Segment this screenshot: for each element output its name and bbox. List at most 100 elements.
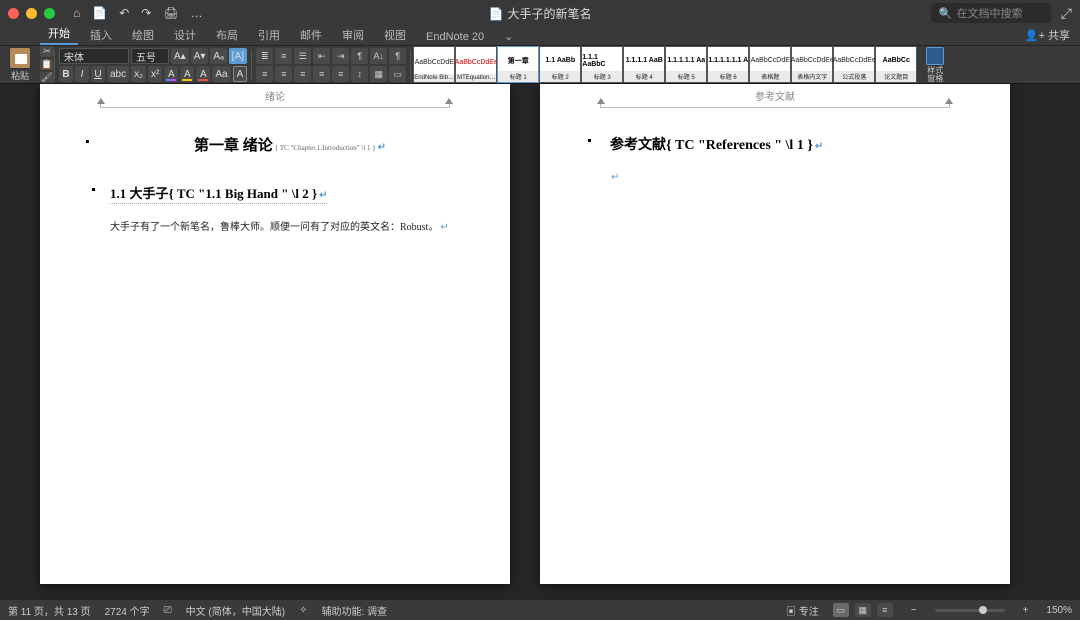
highlight-button[interactable]: A (180, 66, 194, 82)
decrease-indent-button[interactable]: ⇤ (313, 48, 330, 64)
undo-icon[interactable]: ↶ (119, 6, 129, 20)
tab-insert[interactable]: 插入 (82, 24, 120, 45)
style-card-1[interactable]: AaBbCcDdEeMTEquation… (455, 46, 497, 83)
references-title[interactable]: 参考文献{ TC "References " \l 1 }↵ (610, 134, 823, 154)
chapter-title[interactable]: 第一章 绪论{ TC "Chapter.1.Introduction" \l 1… (110, 134, 470, 155)
change-case-button[interactable]: Aa (212, 66, 230, 82)
page-indicator[interactable]: 第 11 页，共 13 页 (8, 603, 91, 618)
word-count[interactable]: 2724 个字 (105, 603, 150, 618)
tab-review[interactable]: 审阅 (334, 24, 372, 45)
style-card-2[interactable]: 第一章标题 1 (497, 46, 539, 83)
minimize-window[interactable] (26, 8, 37, 19)
indent-right-mark[interactable] (445, 98, 453, 104)
focus-mode-button[interactable]: ▣ 专注 (786, 603, 819, 618)
web-layout-view[interactable]: ▦ (855, 603, 871, 617)
tab-layout[interactable]: 布局 (208, 24, 246, 45)
strikethrough-button[interactable]: abc (107, 66, 129, 82)
clear-format-icon[interactable]: Aₐ (210, 48, 226, 64)
show-marks-button[interactable]: ¶ (389, 48, 406, 64)
subscript-button[interactable]: x₂ (131, 66, 146, 82)
style-card-7[interactable]: 1.1.1.1.1.1 A标题 6 (707, 46, 749, 83)
line-spacing-button[interactable]: ↕ (351, 66, 368, 82)
distribute-button[interactable]: ≡ (332, 66, 349, 82)
save-icon[interactable]: 📄 (92, 6, 107, 20)
ltr-button[interactable]: ¶ (351, 48, 368, 64)
cut-icon[interactable]: ✂ (40, 46, 54, 57)
font-shrink-icon[interactable]: A▾ (191, 48, 209, 64)
bullets-button[interactable]: ≣ (256, 48, 273, 64)
tab-endnote[interactable]: EndNote 20 (418, 28, 492, 45)
qa-more-icon[interactable]: … (191, 6, 203, 20)
justify-button[interactable]: ≡ (313, 66, 330, 82)
align-right-button[interactable]: ≡ (294, 66, 311, 82)
underline-button[interactable]: U (91, 66, 105, 82)
style-card-0[interactable]: AaBbCcDdEEndNote Bibl… (413, 46, 455, 83)
home-icon[interactable]: ⌂ (73, 6, 80, 20)
increase-indent-button[interactable]: ⇥ (332, 48, 349, 64)
share-button[interactable]: 👤+ 共享 (1025, 27, 1070, 45)
tabs-expand-icon[interactable]: ⌄ (496, 27, 521, 45)
page-body-left[interactable]: 第一章 绪论{ TC "Chapter.1.Introduction" \l 1… (110, 134, 470, 236)
indent-left-mark[interactable] (597, 98, 605, 104)
close-window[interactable] (8, 8, 19, 19)
styles-pane-button[interactable]: 样式 窗格 (921, 46, 949, 83)
tab-mailings[interactable]: 邮件 (292, 24, 330, 45)
copy-icon[interactable]: 📋 (40, 59, 54, 70)
tab-design[interactable]: 设计 (166, 24, 204, 45)
ruler-left[interactable] (100, 102, 450, 108)
paste-button[interactable]: 粘贴 (4, 47, 36, 82)
superscript-button[interactable]: x² (148, 66, 162, 82)
indent-left-mark[interactable] (97, 98, 105, 104)
body-paragraph[interactable]: 大手子有了一个新笔名，鲁棒大师。顺便一问有了对应的英文名：Robust。↵ (110, 220, 470, 236)
style-card-5[interactable]: 1.1.1.1 AaB标题 4 (623, 46, 665, 83)
section-title[interactable]: 1.1 大手子{ TC "1.1 Big Hand " \l 2 }↵ (110, 183, 327, 204)
outline-view[interactable]: ≡ (877, 603, 893, 617)
text-effects-button[interactable]: A (164, 66, 178, 82)
page-left[interactable]: 绪论 第一章 绪论{ TC "Chapter.1.Introduction" \… (40, 84, 510, 584)
ruler-right[interactable] (600, 102, 950, 108)
zoom-slider[interactable] (935, 609, 1005, 612)
char-border-button[interactable]: A (233, 66, 248, 82)
italic-button[interactable]: I (75, 66, 89, 82)
page-body-right[interactable]: 参考文献{ TC "References " \l 1 }↵ ↵ (610, 134, 970, 183)
format-painter-icon[interactable]: 🖌 (40, 72, 54, 83)
style-card-3[interactable]: 1.1 AaBb标题 2 (539, 46, 581, 83)
document-area[interactable]: 绪论 第一章 绪论{ TC "Chapter.1.Introduction" \… (0, 84, 1080, 600)
zoom-level[interactable]: 150% (1046, 605, 1072, 616)
language-indicator[interactable]: 中文 (简体，中国大陆) (186, 603, 285, 618)
zoom-in-button[interactable]: + (1019, 605, 1033, 616)
tab-view[interactable]: 视图 (376, 24, 414, 45)
align-left-button[interactable]: ≡ (256, 66, 273, 82)
font-color-button[interactable]: A (196, 66, 210, 82)
font-name-select[interactable]: 宋体 (59, 48, 129, 64)
sort-button[interactable]: A↓ (370, 48, 387, 64)
borders-button[interactable]: ▭ (389, 66, 406, 82)
redo-icon[interactable]: ↷ (141, 6, 151, 20)
style-card-9[interactable]: AaBbCcDdEe表格内文字 (791, 46, 833, 83)
zoom-out-button[interactable]: − (907, 605, 921, 616)
style-card-6[interactable]: 1.1.1.1.1 Aa标题 5 (665, 46, 707, 83)
tab-draw[interactable]: 绘图 (124, 24, 162, 45)
print-icon[interactable]: 🖨 (163, 6, 178, 20)
search-input[interactable]: 🔍 在文档中搜索 (931, 3, 1051, 23)
indent-right-mark[interactable] (945, 98, 953, 104)
style-card-10[interactable]: AaBbCcDdEe公式段落 (833, 46, 875, 83)
tab-references[interactable]: 引用 (250, 24, 288, 45)
phonetic-guide-icon[interactable]: [A] (229, 48, 247, 64)
bold-button[interactable]: B (59, 66, 73, 82)
page-right[interactable]: 参考文献 参考文献{ TC "References " \l 1 }↵ ↵ (540, 84, 1010, 584)
accessibility-indicator[interactable]: 辅助功能: 调查 (322, 603, 388, 618)
print-layout-view[interactable]: ▭ (833, 603, 849, 617)
zoom-thumb[interactable] (979, 606, 987, 614)
style-card-8[interactable]: AaBbCcDdE表格题 (749, 46, 791, 83)
zoom-window[interactable] (44, 8, 55, 19)
align-center-button[interactable]: ≡ (275, 66, 292, 82)
multilevel-list-button[interactable]: ☰ (294, 48, 311, 64)
shading-button[interactable]: ▦ (370, 66, 387, 82)
numbering-button[interactable]: ≡ (275, 48, 292, 64)
font-grow-icon[interactable]: A▴ (171, 48, 189, 64)
style-card-4[interactable]: 1.1.1 AaBbC标题 3 (581, 46, 623, 83)
font-size-select[interactable]: 五号 (131, 48, 169, 64)
ribbon-collapse-icon[interactable]: ⤢ (1061, 5, 1072, 22)
style-card-11[interactable]: AaBbCc论文题目 (875, 46, 917, 83)
